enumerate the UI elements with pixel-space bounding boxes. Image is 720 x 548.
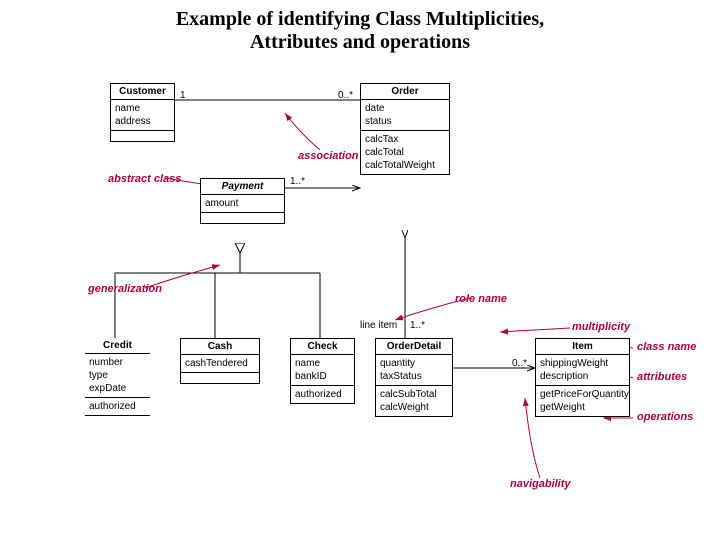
credit-ops: authorized	[85, 398, 150, 416]
attr: status	[365, 115, 445, 128]
cash-attrs: cashTendered	[181, 355, 259, 373]
order-name: Order	[361, 84, 449, 100]
annot-rolename: role name	[455, 293, 507, 305]
order-ops: calcTax calcTotal calcTotalWeight	[361, 131, 449, 174]
attr: bankID	[295, 370, 350, 383]
attr: shippingWeight	[540, 357, 625, 370]
mult-order: 0..*	[338, 90, 353, 101]
attr: taxStatus	[380, 370, 448, 383]
class-customer: Customer name address	[110, 83, 175, 142]
title-line-2: Attributes and operations	[0, 31, 720, 54]
payment-ops	[201, 213, 284, 223]
annot-association: association	[298, 150, 359, 162]
mult-payment: 1..*	[290, 176, 305, 187]
orderdetail-name: OrderDetail	[376, 339, 452, 355]
attr: expDate	[89, 382, 146, 395]
check-name: Check	[291, 339, 354, 355]
order-attrs: date status	[361, 100, 449, 131]
annot-operations: operations	[637, 411, 693, 423]
item-attrs: shippingWeight description	[536, 355, 629, 386]
mult-detail: 1..*	[410, 320, 425, 331]
attr: type	[89, 369, 146, 382]
customer-attrs: name address	[111, 100, 174, 131]
op: authorized	[89, 400, 146, 413]
class-order: Order date status calcTax calcTotal calc…	[360, 83, 450, 175]
class-item: Item shippingWeight description getPrice…	[535, 338, 630, 417]
credit-name: Credit	[85, 338, 150, 354]
credit-attrs: number type expDate	[85, 354, 150, 398]
role-line-item: line item	[360, 320, 397, 331]
attr: description	[540, 370, 625, 383]
item-ops: getPriceForQuantity getWeight	[536, 386, 629, 416]
cash-name: Cash	[181, 339, 259, 355]
annot-classname: class name	[637, 341, 696, 353]
attr: number	[89, 356, 146, 369]
class-cash: Cash cashTendered	[180, 338, 260, 384]
class-credit: Credit number type expDate authorized	[85, 338, 150, 416]
class-payment: Payment amount	[200, 178, 285, 224]
customer-name: Customer	[111, 84, 174, 100]
orderdetail-attrs: quantity taxStatus	[376, 355, 452, 386]
annot-generalization: generalization	[88, 283, 162, 295]
op: getWeight	[540, 401, 625, 414]
annot-navigability: navigability	[510, 478, 571, 490]
annot-abstract: abstract class	[108, 173, 181, 185]
class-check: Check name bankID authorized	[290, 338, 355, 404]
attr: quantity	[380, 357, 448, 370]
op: calcSubTotal	[380, 388, 448, 401]
item-name: Item	[536, 339, 629, 355]
check-ops: authorized	[291, 386, 354, 403]
page-title: Example of identifying Class Multiplicit…	[0, 0, 720, 58]
attr: address	[115, 115, 170, 128]
mult-cust: 1	[180, 90, 186, 101]
attr: name	[115, 102, 170, 115]
payment-name: Payment	[201, 179, 284, 195]
customer-ops	[111, 131, 174, 141]
attr: name	[295, 357, 350, 370]
uml-diagram: Customer name address Order date status …	[0, 58, 720, 548]
attr: amount	[205, 197, 280, 210]
orderdetail-ops: calcSubTotal calcWeight	[376, 386, 452, 416]
title-line-1: Example of identifying Class Multiplicit…	[0, 8, 720, 31]
attr: cashTendered	[185, 357, 255, 370]
op: getPriceForQuantity	[540, 388, 625, 401]
op: calcTax	[365, 133, 445, 146]
op: calcTotal	[365, 146, 445, 159]
attr: date	[365, 102, 445, 115]
payment-attrs: amount	[201, 195, 284, 213]
check-attrs: name bankID	[291, 355, 354, 386]
op: calcWeight	[380, 401, 448, 414]
op: authorized	[295, 388, 350, 401]
cash-ops	[181, 373, 259, 383]
mult-item: 0..*	[512, 358, 527, 369]
op: calcTotalWeight	[365, 159, 445, 172]
class-orderdetail: OrderDetail quantity taxStatus calcSubTo…	[375, 338, 453, 417]
annot-multiplicity: multiplicity	[572, 321, 630, 333]
annot-attributes: attributes	[637, 371, 687, 383]
